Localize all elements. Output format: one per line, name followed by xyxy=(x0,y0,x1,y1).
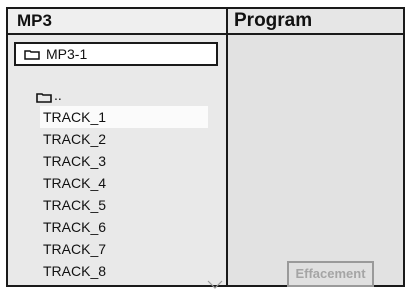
track-list: TRACK_1 TRACK_2 TRACK_3 TRACK_4 TRACK_5 … xyxy=(8,106,218,282)
folder-icon xyxy=(24,49,40,60)
list-item[interactable]: TRACK_2 xyxy=(8,128,174,150)
program-panel-title: Program xyxy=(228,9,403,35)
parent-folder-item[interactable]: .. xyxy=(36,87,62,103)
current-folder-box[interactable]: MP3-1 xyxy=(14,42,218,66)
list-item[interactable]: TRACK_7 xyxy=(8,238,174,260)
parent-folder-label: .. xyxy=(54,87,62,103)
folder-up-icon xyxy=(36,92,52,103)
list-item[interactable]: TRACK_4 xyxy=(8,172,174,194)
list-item[interactable]: TRACK_6 xyxy=(8,216,174,238)
list-item[interactable]: TRACK_5 xyxy=(8,194,174,216)
file-panel-title: MP3 xyxy=(8,9,226,35)
list-item[interactable]: TRACK_8 xyxy=(8,260,174,282)
file-list-panel: MP3 MP3-1 .. TRACK_1 TRACK_2 TRACK_3 TRA… xyxy=(8,9,228,289)
media-browser-window: MP3 MP3-1 .. TRACK_1 TRACK_2 TRACK_3 TRA… xyxy=(6,7,405,289)
clear-button[interactable]: Effacement xyxy=(287,261,374,287)
list-item[interactable]: TRACK_3 xyxy=(8,150,174,172)
list-item[interactable]: TRACK_1 xyxy=(40,106,208,128)
current-folder-label: MP3-1 xyxy=(46,46,88,62)
program-panel: Program Effacement xyxy=(228,9,403,287)
